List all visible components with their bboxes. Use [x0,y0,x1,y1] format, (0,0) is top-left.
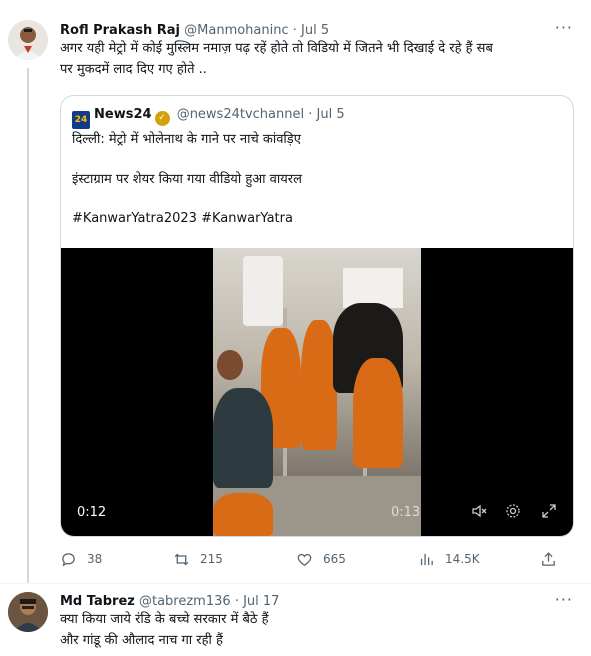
quoted-text-subline: इंस्टाग्राम पर शेयर किया गया वीडियो हुआ … [72,172,302,187]
tweet-text-line: अगर यही मेट्रो में कोई मुस्लिम नमाज़ पढ़… [60,41,493,56]
view-count: 14.5K [445,552,480,566]
avatar[interactable] [8,20,48,60]
tweet-text-line: पर मुकदमें लाद दिए गए होते .. [60,62,207,77]
heart-icon [297,553,312,566]
seated-passenger [213,388,273,488]
quoted-tweet-card[interactable]: 24 News24 ✓ @news24tvchannel · Jul 5 दिल्ल… [60,95,574,537]
metro-window [343,268,403,308]
views-button[interactable]: 14.5K [418,548,480,570]
reply-count: 38 [87,552,103,566]
kanwariya-figure [353,358,403,468]
timestamp[interactable]: Jul 17 [243,594,279,609]
analytics-icon [420,553,433,565]
retweet-count: 215 [200,552,223,566]
fullscreen-icon[interactable] [541,503,557,523]
more-options-icon[interactable]: ··· [555,18,573,37]
metro-window [243,256,283,326]
more-options-icon[interactable]: ··· [555,590,573,609]
settings-gear-icon[interactable] [505,503,521,523]
tweet-divider [0,583,591,584]
verified-badge-icon: ✓ [154,111,170,126]
reply-button[interactable]: 38 [60,548,102,570]
mute-icon[interactable] [471,503,487,523]
display-name[interactable]: Md Tabrez [60,594,135,609]
tweet-text-line: और गांडू की औलाद नाच गा रही हैं [60,633,223,648]
quoted-display-name[interactable]: News24 [94,107,152,122]
separator-dot: · [308,107,313,122]
kanwariya-figure [301,320,337,450]
reply-icon [62,552,75,567]
share-button[interactable] [540,548,567,570]
avatar[interactable] [8,592,48,632]
quoted-user-handle[interactable]: @news24tvchannel [177,107,304,122]
retweet-button[interactable]: 215 [173,548,223,570]
tweet-text: अगर यही मेट्रो में कोई मुस्लिम नमाज़ पढ़… [60,38,580,80]
quoted-timestamp[interactable]: Jul 5 [317,107,345,122]
quoted-text-headline: दिल्ली: मेट्रो में भोलेनाथ के गाने पर ना… [72,132,301,147]
news24-logo: 24 [72,111,90,129]
separator-dot: · [234,594,239,609]
tweet-actions-bar: 38 215 665 14.5K [60,548,580,570]
video-frame [213,248,421,536]
tweet-text: क्या किया जाये रंडि के बच्चे सरकार में ब… [60,609,580,651]
quoted-tweet-header: 24 News24 ✓ @news24tvchannel · Jul 5 [72,105,345,129]
timestamp[interactable]: Jul 5 [301,23,329,38]
passenger-head [217,350,243,380]
user-handle[interactable]: @tabrezm136 [139,594,231,609]
video-player[interactable]: 0:12 0:13 [61,248,573,536]
retweet-icon [174,553,189,565]
display-name[interactable]: Rofl Prakash Raj [60,23,180,38]
tweet-text-line: क्या किया जाये रंडि के बच्चे सरकार में ब… [60,612,269,627]
separator-dot: · [292,23,297,38]
user-handle[interactable]: @Manmohaninc [184,23,288,38]
like-button[interactable]: 665 [296,548,346,570]
video-total-time: 0:13 [391,505,421,520]
seated-passenger-legs [213,493,273,536]
share-icon [542,551,555,566]
video-elapsed-time: 0:12 [77,505,107,520]
tweet-rofl-prakash-raj[interactable]: Rofl Prakash Raj @Manmohaninc · Jul 5 ··… [0,0,591,585]
quoted-text-hashtags[interactable]: #KanwarYatra2023 #KanwarYatra [72,210,293,228]
like-count: 665 [323,552,346,566]
